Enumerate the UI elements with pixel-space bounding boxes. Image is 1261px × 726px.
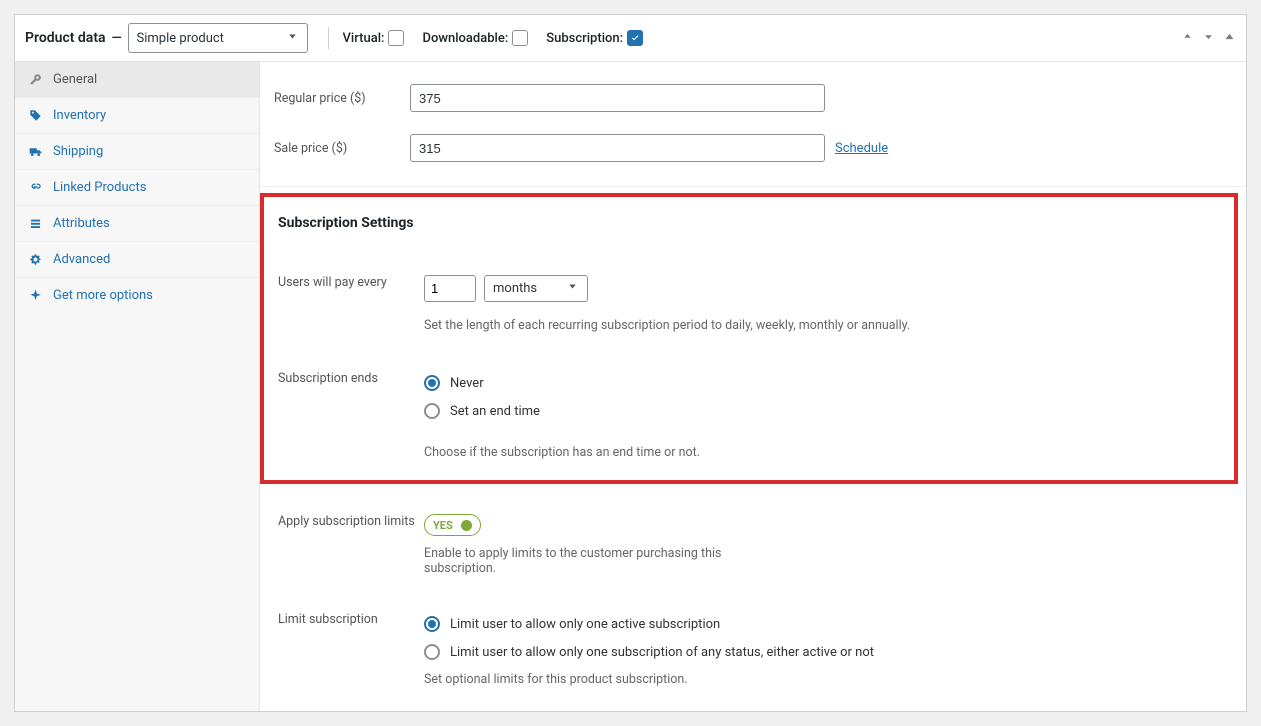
tag-icon — [29, 109, 43, 122]
tab-linked-products[interactable]: Linked Products — [15, 170, 259, 206]
subscription-checkbox[interactable] — [627, 30, 643, 46]
gear-icon — [29, 253, 43, 266]
tab-shipping[interactable]: Shipping — [15, 134, 259, 170]
apply-limits-toggle-label: YES — [433, 519, 453, 532]
toggle-dot-icon — [461, 520, 472, 531]
virtual-checkbox[interactable] — [388, 30, 404, 46]
link-icon — [29, 181, 43, 194]
pay-every-field: Users will pay every months Set the leng… — [274, 267, 1224, 333]
spark-icon — [29, 289, 43, 302]
subscription-ends-label: Subscription ends — [274, 371, 424, 460]
downloadable-checkbox[interactable] — [512, 30, 528, 46]
sale-price-row: Sale price ($) Schedule — [260, 128, 1246, 168]
downloadable-label: Downloadable: — [422, 31, 508, 46]
pay-every-period-value: months — [493, 281, 537, 296]
tab-label: Attributes — [53, 216, 110, 231]
content-area: Regular price ($) Sale price ($) Schedul… — [260, 62, 1246, 711]
tabs-sidebar: General Inventory Shipping Linked Produc… — [15, 62, 260, 711]
limit-subscription-help: Set optional limits for this product sub… — [424, 672, 1236, 687]
virtual-option[interactable]: Virtual: — [343, 30, 405, 46]
subscription-ends-help: Choose if the subscription has an end ti… — [424, 445, 1224, 460]
limit-any-option[interactable]: Limit user to allow only one subscriptio… — [424, 644, 1236, 660]
chevron-down-icon — [566, 280, 579, 297]
tab-inventory[interactable]: Inventory — [15, 98, 259, 134]
limit-any-radio[interactable] — [424, 644, 440, 660]
limit-active-option[interactable]: Limit user to allow only one active subs… — [424, 616, 1236, 632]
list-icon — [29, 217, 43, 230]
panel-dash: — — [112, 31, 122, 46]
tab-attributes[interactable]: Attributes — [15, 206, 259, 242]
tab-label: Inventory — [53, 108, 106, 123]
sale-price-label: Sale price ($) — [260, 141, 410, 156]
wrench-icon — [29, 73, 43, 86]
price-section: Regular price ($) Sale price ($) Schedul… — [260, 62, 1246, 187]
product-data-panel: Product data — Simple product Virtual: D… — [14, 14, 1247, 712]
panel-body: General Inventory Shipping Linked Produc… — [15, 62, 1246, 711]
limit-active-radio[interactable] — [424, 616, 440, 632]
panel-title: Product data — [25, 30, 106, 46]
tab-label: Shipping — [53, 144, 103, 159]
schedule-link[interactable]: Schedule — [835, 141, 888, 156]
panel-down-icon[interactable] — [1202, 30, 1215, 47]
subscription-settings-box: Subscription Settings Users will pay eve… — [260, 193, 1238, 484]
subscription-settings-title: Subscription Settings — [274, 215, 1224, 231]
subscription-ends-field: Subscription ends Never Set an end time … — [274, 363, 1224, 460]
apply-limits-help: Enable to apply limits to the customer p… — [424, 546, 724, 576]
limit-subscription-field: Limit subscription Limit user to allow o… — [274, 604, 1236, 687]
tab-get-more[interactable]: Get more options — [15, 278, 259, 313]
ends-set-label: Set an end time — [450, 404, 540, 419]
virtual-label: Virtual: — [343, 31, 385, 46]
ends-never-option[interactable]: Never — [424, 375, 1224, 391]
regular-price-row: Regular price ($) — [260, 78, 1246, 118]
panel-toggle-icon[interactable] — [1223, 30, 1236, 47]
pay-every-period-select[interactable]: months — [484, 275, 588, 302]
panel-header: Product data — Simple product Virtual: D… — [15, 15, 1246, 62]
ends-set-radio[interactable] — [424, 403, 440, 419]
apply-limits-label: Apply subscription limits — [274, 514, 424, 576]
limits-section: Apply subscription limits YES Enable to … — [260, 494, 1246, 711]
regular-price-label: Regular price ($) — [260, 91, 410, 106]
subscription-option[interactable]: Subscription: — [546, 30, 643, 46]
pay-every-label: Users will pay every — [274, 275, 424, 333]
header-options: Virtual: Downloadable: Subscription: — [343, 30, 644, 46]
subscription-label: Subscription: — [546, 31, 623, 46]
truck-icon — [29, 145, 43, 158]
product-type-value: Simple product — [137, 31, 224, 46]
ends-never-radio[interactable] — [424, 375, 440, 391]
apply-limits-field: Apply subscription limits YES Enable to … — [274, 506, 1236, 576]
tab-advanced[interactable]: Advanced — [15, 242, 259, 278]
header-controls — [1181, 30, 1236, 47]
pay-every-number-input[interactable] — [424, 275, 476, 302]
pay-every-help: Set the length of each recurring subscri… — [424, 318, 1224, 333]
chevron-down-icon — [286, 30, 299, 47]
tab-label: General — [53, 72, 97, 87]
ends-set-option[interactable]: Set an end time — [424, 403, 1224, 419]
sale-price-input[interactable] — [410, 134, 825, 162]
regular-price-input[interactable] — [410, 84, 825, 112]
panel-up-icon[interactable] — [1181, 30, 1194, 47]
header-separator — [328, 27, 329, 49]
tab-general[interactable]: General — [15, 62, 259, 98]
product-type-select[interactable]: Simple product — [128, 23, 308, 53]
tab-label: Advanced — [53, 252, 110, 267]
limit-active-label: Limit user to allow only one active subs… — [450, 617, 720, 632]
downloadable-option[interactable]: Downloadable: — [422, 30, 528, 46]
limit-any-label: Limit user to allow only one subscriptio… — [450, 645, 874, 660]
apply-limits-toggle[interactable]: YES — [424, 514, 481, 536]
ends-never-label: Never — [450, 376, 484, 391]
tab-label: Linked Products — [53, 180, 146, 195]
tab-label: Get more options — [53, 288, 153, 303]
limit-subscription-label: Limit subscription — [274, 612, 424, 687]
